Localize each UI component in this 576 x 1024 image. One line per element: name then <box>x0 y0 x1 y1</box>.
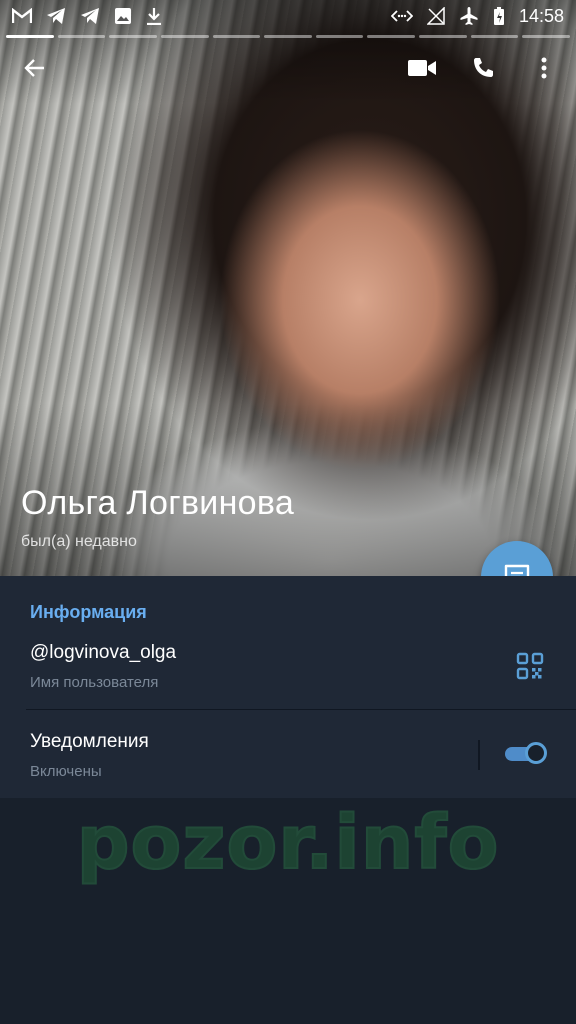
notifications-title: Уведомления <box>30 731 149 752</box>
divider <box>26 709 576 710</box>
back-arrow-icon <box>24 59 44 77</box>
story-segment <box>212 35 261 38</box>
notifications-status: Включены <box>30 763 102 780</box>
phone-icon <box>474 58 493 77</box>
story-segment <box>6 35 54 38</box>
username-value[interactable]: @logvinova_olga <box>30 642 176 664</box>
watermark: pozor.info <box>76 799 500 887</box>
more-vert-icon <box>541 57 547 79</box>
story-segment <box>367 35 416 38</box>
telegram-icon <box>81 8 99 24</box>
toggle-knob <box>525 742 547 764</box>
data-saver-icon <box>390 10 413 22</box>
back-button[interactable] <box>13 46 57 90</box>
story-segment <box>315 35 364 38</box>
status-time: 14:58 <box>518 5 564 26</box>
video-call-icon <box>408 60 436 76</box>
last-seen-status: был(а) недавно <box>21 533 137 550</box>
telegram-icon <box>47 8 65 24</box>
qr-code-icon[interactable] <box>516 652 544 680</box>
story-progress <box>6 35 571 38</box>
story-segment <box>470 35 519 38</box>
toolbar <box>0 46 576 90</box>
airplane-icon <box>460 7 478 25</box>
battery-charging-icon <box>493 7 504 25</box>
phone-call-button[interactable] <box>461 46 505 90</box>
story-segment <box>160 35 209 38</box>
status-bar: 14:58 <box>0 0 576 32</box>
download-icon <box>147 8 161 25</box>
profile-name: Ольга Логвинова <box>21 484 295 522</box>
story-segment <box>57 35 106 38</box>
story-segment <box>109 35 157 38</box>
username-label: Имя пользователя <box>30 674 159 691</box>
image-icon <box>115 8 131 24</box>
video-call-button[interactable] <box>400 46 444 90</box>
info-panel: Информация @logvinova_olga Имя пользоват… <box>0 576 576 798</box>
story-segment <box>419 35 467 38</box>
story-segment <box>264 35 312 38</box>
no-signal-icon <box>426 7 445 25</box>
story-segment <box>522 35 571 38</box>
gmail-icon <box>12 8 32 23</box>
more-options-button[interactable] <box>522 46 566 90</box>
vertical-divider <box>478 740 480 770</box>
notifications-toggle[interactable] <box>505 741 549 767</box>
section-title-info: Информация <box>30 602 147 622</box>
